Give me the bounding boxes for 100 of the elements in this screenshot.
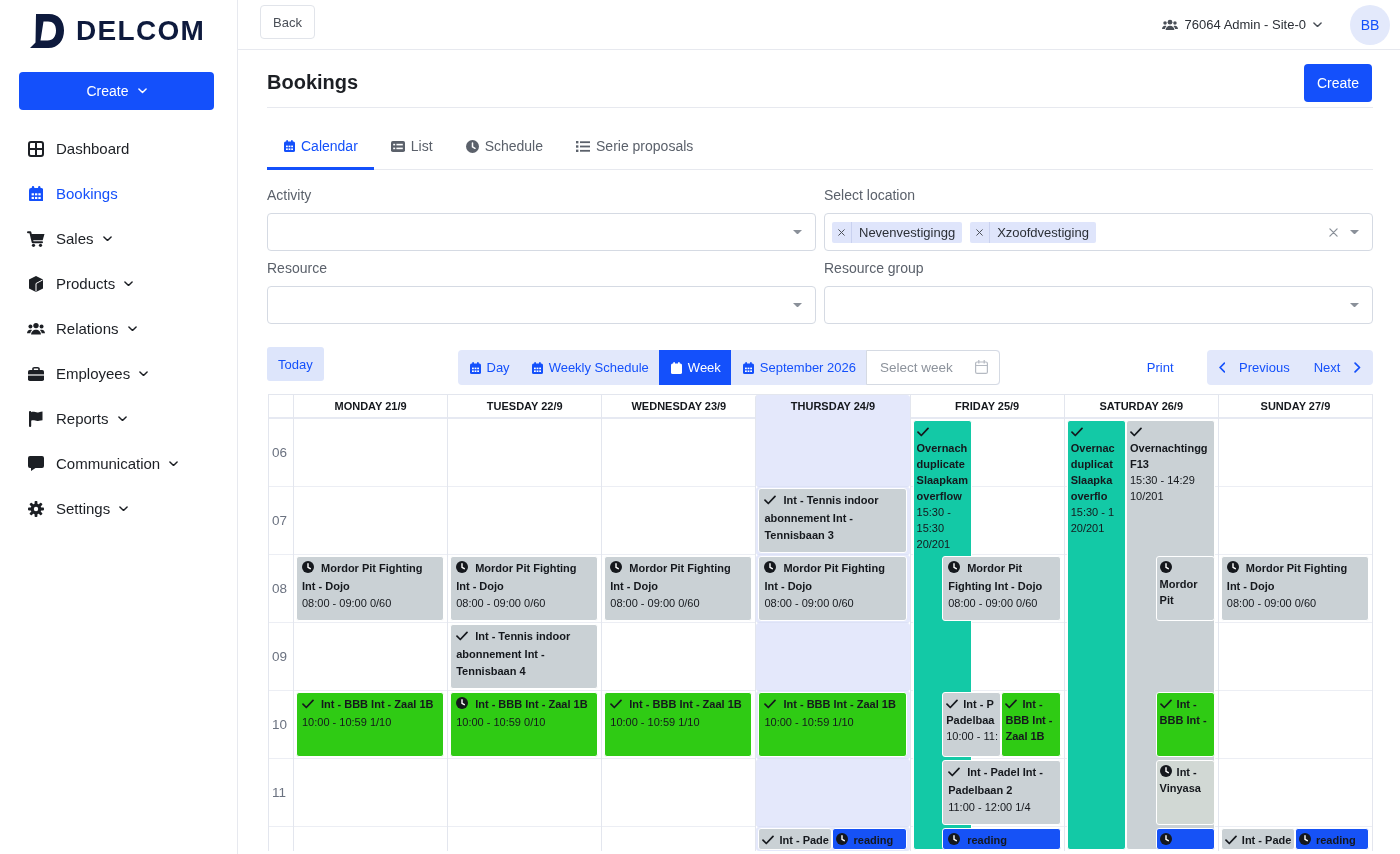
booking-event[interactable]: Int - Pade (758, 828, 833, 850)
view-button[interactable]: September 2026 (730, 350, 866, 385)
field-label: Select location (824, 186, 917, 205)
print-button[interactable]: Print (1133, 350, 1187, 385)
tag-label: Nevenvestigingg (858, 224, 957, 240)
event-time: 10:00 - 10:59 1/10 (764, 714, 855, 730)
booking-event[interactable]: Int - BBB Int - Zaal 1B 10:00 - 10:59 1/10 (604, 692, 753, 757)
settings-icon (28, 500, 44, 517)
event-title: Int - Tennis indoor abonnement Int - Tennisbaan 3 (764, 494, 879, 541)
booking-event[interactable]: Int - Vinyasa (1155, 760, 1215, 825)
event-title: Mordor Pit (1159, 578, 1198, 606)
clock-icon (465, 139, 479, 153)
nav-item[interactable]: Products (0, 261, 237, 306)
event-title: Int - Pade (1241, 834, 1292, 846)
booking-event[interactable]: Int - Tennis indoor abonnement Int - Tennisbaan 4 (450, 624, 599, 689)
nav-item[interactable]: Dashboard (0, 126, 237, 171)
event-title: Mordor Pit Fighting Int - Dojo (302, 562, 423, 592)
booking-event[interactable]: Int - BBB Int - Zaal 1B (1001, 692, 1061, 757)
tab[interactable]: List (373, 124, 449, 170)
nav-item[interactable]: Communication (0, 441, 237, 486)
booking-event[interactable]: Mordor Pit Fighting Int - Dojo 08:00 - 09:00 0/60 (942, 556, 1061, 621)
event-time: 15:30 - 14:29 10/201 (1129, 473, 1196, 504)
event-title: Mordor Pit Fighting Int - Dojo (1226, 562, 1348, 592)
booking-event[interactable]: Int - Pade (1220, 828, 1295, 850)
select-field[interactable] (267, 286, 816, 324)
booking-event[interactable]: Mordor Pit Fighting Int - Dojo 08:00 - 09:00 0/60 (1220, 556, 1369, 621)
nav-item[interactable]: Bookings (0, 171, 237, 216)
back-button[interactable]: Back (260, 5, 315, 39)
event-title: Int - BBB Int - Zaal 1B (783, 698, 896, 710)
booking-event[interactable]: Overnac duplicat Slaapka overflo 15:30 - 1 20/201 (1066, 420, 1126, 850)
briefcase-icon (28, 366, 44, 381)
event-title: reading (853, 834, 894, 846)
hour-label: 07 (271, 513, 288, 528)
event-title: reading (1315, 834, 1356, 846)
caret-down-icon (793, 229, 802, 235)
event-title: Mordor Pit Fighting Int - Dojo (764, 562, 885, 592)
account-menu[interactable]: 76064 Admin - Site-0 (1161, 17, 1322, 32)
calendar-icon (670, 361, 682, 374)
user-avatar[interactable]: BB (1350, 4, 1390, 45)
remove-icon[interactable] (976, 228, 984, 236)
nav-item[interactable]: Settings (0, 486, 237, 531)
event-title: Int - Pade (779, 834, 829, 846)
caret-down-icon (793, 302, 802, 308)
logo-text: DELCOM (76, 14, 206, 48)
remove-icon[interactable] (838, 228, 845, 236)
caret-down-icon (1350, 229, 1359, 235)
booking-event[interactable]: Mordor Pit Fighting Int - Dojo 08:00 - 09:00 0/60 (450, 556, 599, 621)
nav-item[interactable]: Reports (0, 396, 237, 441)
next-button[interactable]: Next (1301, 350, 1373, 385)
event-title: Overnachtingg F13 (1129, 442, 1208, 470)
event-title: Int - Tennis indoor abonnement Int - Tennisbaan 4 (456, 630, 571, 677)
calendar-icon (531, 361, 543, 374)
event-time: 08:00 - 09:00 0/60 (456, 596, 547, 611)
caret-down-icon (1350, 302, 1359, 308)
booking-event[interactable]: Mordor Pit Fighting Int - Dojo 08:00 - 09:00 0/60 (604, 556, 753, 621)
event-title: Int - BBB Int - (1159, 698, 1207, 726)
create-button[interactable]: Create (1303, 63, 1372, 102)
select-field[interactable] (824, 286, 1373, 324)
list-icon (576, 140, 590, 152)
page-title: Bookings (267, 71, 359, 94)
create-menu-button[interactable]: Create (19, 72, 214, 110)
day-header: SUNDAY 27/9 (1217, 395, 1372, 429)
event-time: 10:00 - 10:59 0/10 (456, 714, 547, 730)
day-header: MONDAY 21/9 (293, 395, 448, 429)
booking-event[interactable]: Mordor Pit (1155, 556, 1215, 621)
tab[interactable]: Serie proposals (559, 124, 710, 170)
nav-item[interactable]: Employees (0, 351, 237, 396)
booking-event[interactable]: Int - Padel Int - Padelbaan 2 11:00 - 12:00 1/4 (942, 760, 1061, 825)
booking-event[interactable] (1155, 828, 1215, 850)
logo-mark-icon (30, 14, 64, 48)
previous-button[interactable]: Previous (1206, 350, 1302, 385)
tab[interactable]: Calendar (267, 124, 374, 170)
select-field[interactable]: Nevenvestigingg Xzoofdvestiging (824, 213, 1373, 251)
view-button[interactable]: Weekly Schedule (519, 350, 659, 385)
event-title: Mordor Pit Fighting Int - Dojo (610, 562, 731, 592)
booking-event[interactable]: Int - BBB Int - Zaal 1B 10:00 - 10:59 1/10 (296, 692, 445, 757)
select-field[interactable] (267, 213, 816, 251)
tab[interactable]: Schedule (448, 124, 559, 170)
nav-item[interactable]: Relations (0, 306, 237, 351)
booking-event[interactable]: Int - P Padelbaa 10:00 - 11: (942, 692, 1002, 757)
id-card-icon (390, 140, 405, 152)
event-time: 08:00 - 09:00 0/60 (764, 596, 855, 611)
event-time: 10:00 - 10:59 1/10 (302, 714, 393, 730)
booking-event[interactable]: Mordor Pit Fighting Int - Dojo 08:00 - 09:00 0/60 (758, 556, 907, 621)
event-time: 08:00 - 09:00 0/60 (302, 596, 393, 611)
tag-label: Xzoofdvestiging (996, 224, 1090, 240)
cart-icon (27, 230, 45, 247)
today-button[interactable]: Today (267, 347, 324, 381)
booking-event[interactable]: Int - Tennis indoor abonnement Int - Tennisbaan 3 (758, 488, 907, 553)
event-title: Int - BBB Int - Zaal 1B (629, 698, 742, 710)
booking-event[interactable]: Int - BBB Int - Zaal 1B 10:00 - 10:59 1/10 (758, 692, 907, 757)
booking-event[interactable]: Mordor Pit Fighting Int - Dojo 08:00 - 09:00 0/60 (296, 556, 445, 621)
users-icon (1161, 18, 1178, 31)
clear-icon[interactable] (1329, 227, 1338, 237)
view-button[interactable]: Week (658, 350, 731, 385)
view-button[interactable]: Day (457, 350, 520, 385)
booking-event[interactable]: Int - BBB Int - Zaal 1B 10:00 - 10:59 0/10 (450, 692, 599, 757)
nav-item[interactable]: Sales (0, 216, 237, 261)
booking-event[interactable]: Int - BBB Int - (1155, 692, 1215, 757)
week-picker-field[interactable]: Select week (865, 350, 1000, 385)
